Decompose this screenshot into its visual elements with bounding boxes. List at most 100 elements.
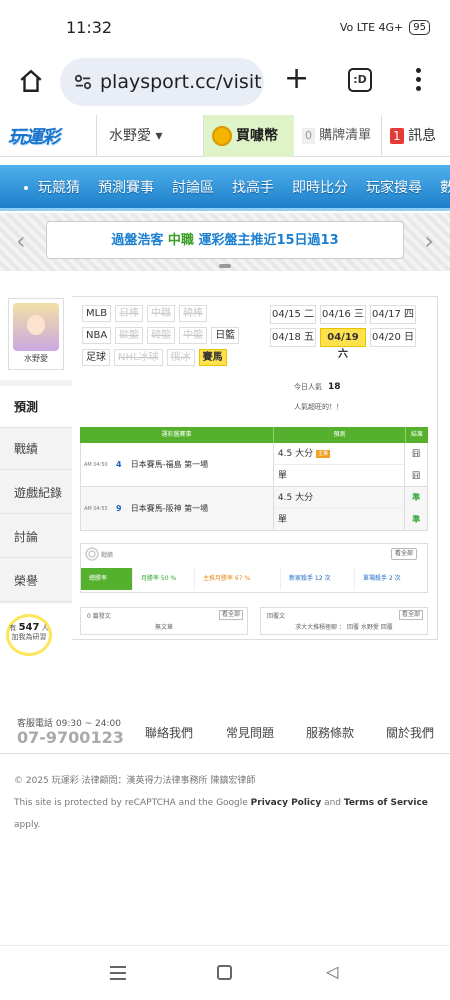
chevron-left-icon[interactable]: ‹: [16, 227, 26, 255]
chevron-right-icon[interactable]: ›: [424, 227, 434, 255]
messages-button[interactable]: 1 訊息: [382, 115, 450, 157]
nav-item[interactable]: 討論區: [172, 177, 214, 197]
league-tag[interactable]: 韓棒: [179, 305, 208, 322]
league-tag[interactable]: NHL冰球: [114, 349, 163, 366]
sidebar-item-honor[interactable]: 榮譽: [0, 560, 72, 602]
league-row: NBA 歐籃 韓籃 中籃 日籃: [82, 327, 262, 344]
bulb-count: 547: [18, 622, 40, 633]
nav-item[interactable]: 預測賽事: [98, 177, 154, 197]
tab-switcher-icon[interactable]: :D: [348, 68, 372, 92]
posts-title: 0 篇發文: [87, 613, 111, 620]
new-tab-icon[interactable]: +: [284, 64, 309, 94]
avatar: [13, 303, 59, 351]
league-tag[interactable]: 中籃: [179, 327, 208, 344]
status-time: 11:32: [66, 18, 113, 37]
result-item: 準: [412, 493, 421, 502]
game-time: AM 04:50: [84, 462, 108, 468]
date-tab[interactable]: 04/16 三: [320, 305, 366, 324]
posts-view-all-button[interactable]: 看全部: [218, 610, 243, 620]
game-number: 9: [116, 504, 122, 513]
league-tag[interactable]: 俄冰: [166, 349, 195, 366]
date-tab[interactable]: 04/18 五: [270, 328, 316, 347]
ticker-message[interactable]: 過盤浩客 中職 運彩盤主推近15日過13: [46, 221, 404, 259]
popularity-note: 人氣超旺的！！: [294, 403, 343, 411]
sidebar-item-record[interactable]: 戰績: [0, 428, 72, 470]
posts-box: 0 篇發文 看全部 無文章: [80, 607, 248, 635]
nav-item[interactable]: 即時比分: [292, 177, 348, 197]
back-icon[interactable]: ◁: [326, 962, 338, 981]
replies-view-all-button[interactable]: 看全部: [398, 610, 423, 620]
message-count: 1: [390, 128, 404, 144]
coin-icon: [212, 126, 232, 146]
battery-icon: 95: [409, 20, 430, 35]
footer-link[interactable]: 聯絡我們: [145, 724, 193, 741]
replies-content[interactable]: 求大大推積極聊 ： 回覆 水野愛 回覆: [261, 622, 427, 631]
league-filter: MLB 日棒 中職 韓棒 NBA 歐籃 韓籃 中籃 日籃 足球 NHL冰球 俄冰 賽馬: [82, 305, 262, 371]
messages-label: 訊息: [408, 128, 437, 144]
game-name[interactable]: 日本賽馬-福島 第一場: [127, 443, 274, 486]
copyright: © 2025 玩運彩 法律顧問：漢英得力法律事務所 陳鎮宏律師: [14, 776, 256, 786]
site-logo[interactable]: 玩運彩: [8, 123, 60, 149]
league-tag[interactable]: 歐籃: [115, 327, 144, 344]
league-tag[interactable]: 日籃: [211, 327, 240, 344]
record-stats: 總勝率 月勝率 50 % 主推月勝率 67 % 新家殺手 12 次 單場殺手 2…: [81, 568, 427, 590]
league-tag[interactable]: 賽馬: [198, 349, 227, 366]
nav-item[interactable]: 玩家搜尋: [366, 177, 422, 197]
site-settings-icon[interactable]: [74, 73, 92, 91]
chevron-down-icon: ▾: [155, 128, 163, 144]
date-tab[interactable]: 04/15 二: [270, 305, 316, 324]
more-menu-icon[interactable]: [416, 68, 422, 95]
privacy-link[interactable]: Privacy Policy: [251, 798, 322, 808]
user-menu[interactable]: 水野愛 ▾: [96, 115, 204, 157]
game-time: AM 04:55: [84, 506, 108, 512]
cart-button[interactable]: 0 購牌清單: [294, 115, 382, 157]
stat-single: 單場殺手 2 次: [363, 575, 401, 582]
recents-icon[interactable]: [110, 966, 126, 984]
nav-item[interactable]: 找高手: [232, 177, 274, 197]
home-icon[interactable]: [18, 68, 44, 94]
game-name[interactable]: 日本賽馬-阪神 第一場: [127, 487, 274, 530]
stat-total[interactable]: 總勝率: [81, 568, 133, 590]
league-tag[interactable]: NBA: [82, 327, 112, 344]
article-boxes: 0 篇發文 看全部 無文章 回覆文 看全部 求大大推積極聊 ： 回覆 水野愛 回…: [80, 607, 428, 635]
buy-coins-button[interactable]: 買噱幣: [204, 115, 294, 157]
date-tab[interactable]: 04/20 日: [370, 328, 416, 347]
result-cell: 準準: [405, 487, 427, 530]
prediction-item: 4.5 大分: [273, 487, 405, 509]
followers-bulb[interactable]: 有 547 人 加我為研習: [6, 614, 52, 656]
league-tag[interactable]: 日棒: [115, 305, 144, 322]
record-view-all-button[interactable]: 看全部: [390, 548, 417, 560]
game-number: 4: [116, 460, 122, 469]
date-tab[interactable]: 04/19 六: [320, 328, 366, 360]
nav-item[interactable]: 數據: [440, 177, 450, 197]
sidebar-item-game-log[interactable]: 遊戲紀錄: [0, 472, 72, 514]
date-tab[interactable]: 04/17 四: [370, 305, 416, 324]
result-item: 囧: [412, 449, 421, 458]
footer-link[interactable]: 常見問題: [226, 724, 274, 741]
sidebar-item-predict[interactable]: 預測: [0, 386, 72, 428]
bulb-line2: 加我為研習: [11, 633, 47, 641]
nav-bullet-icon: [24, 186, 28, 190]
league-tag[interactable]: MLB: [82, 305, 112, 322]
league-tag[interactable]: 中職: [147, 305, 176, 322]
cart-count: 0: [302, 128, 315, 144]
sidebar-item-discuss[interactable]: 討論: [0, 516, 72, 558]
prediction-cell: 4.5 大分 主推單: [273, 443, 406, 486]
main-nav: 玩競猜 預測賽事 討論區 找高手 即時比分 玩家搜尋 數據: [0, 165, 450, 211]
home-button-icon[interactable]: [217, 965, 232, 980]
prediction-item: 單: [277, 515, 287, 525]
terms-link[interactable]: Terms of Service: [344, 798, 428, 808]
league-tag[interactable]: 韓籃: [147, 327, 176, 344]
footer-link[interactable]: 服務條款: [306, 724, 354, 741]
league-tag[interactable]: 足球: [82, 349, 110, 366]
avatar-card[interactable]: 水野愛: [8, 298, 64, 370]
stat-killer: 新家殺手 12 次: [281, 568, 355, 590]
bulb-suffix: 人: [41, 624, 49, 632]
site-header: 玩運彩 水野愛 ▾ 買噱幣 0 購牌清單 1 訊息: [0, 115, 450, 157]
service-phone[interactable]: 07-9700123: [17, 728, 124, 747]
address-bar[interactable]: playsport.cc/visit: [60, 58, 264, 106]
nav-item[interactable]: 玩競猜: [38, 177, 80, 197]
captcha-c: and: [321, 798, 344, 808]
buy-label: 買噱幣: [236, 128, 278, 144]
footer-link[interactable]: 關於我們: [386, 724, 434, 741]
